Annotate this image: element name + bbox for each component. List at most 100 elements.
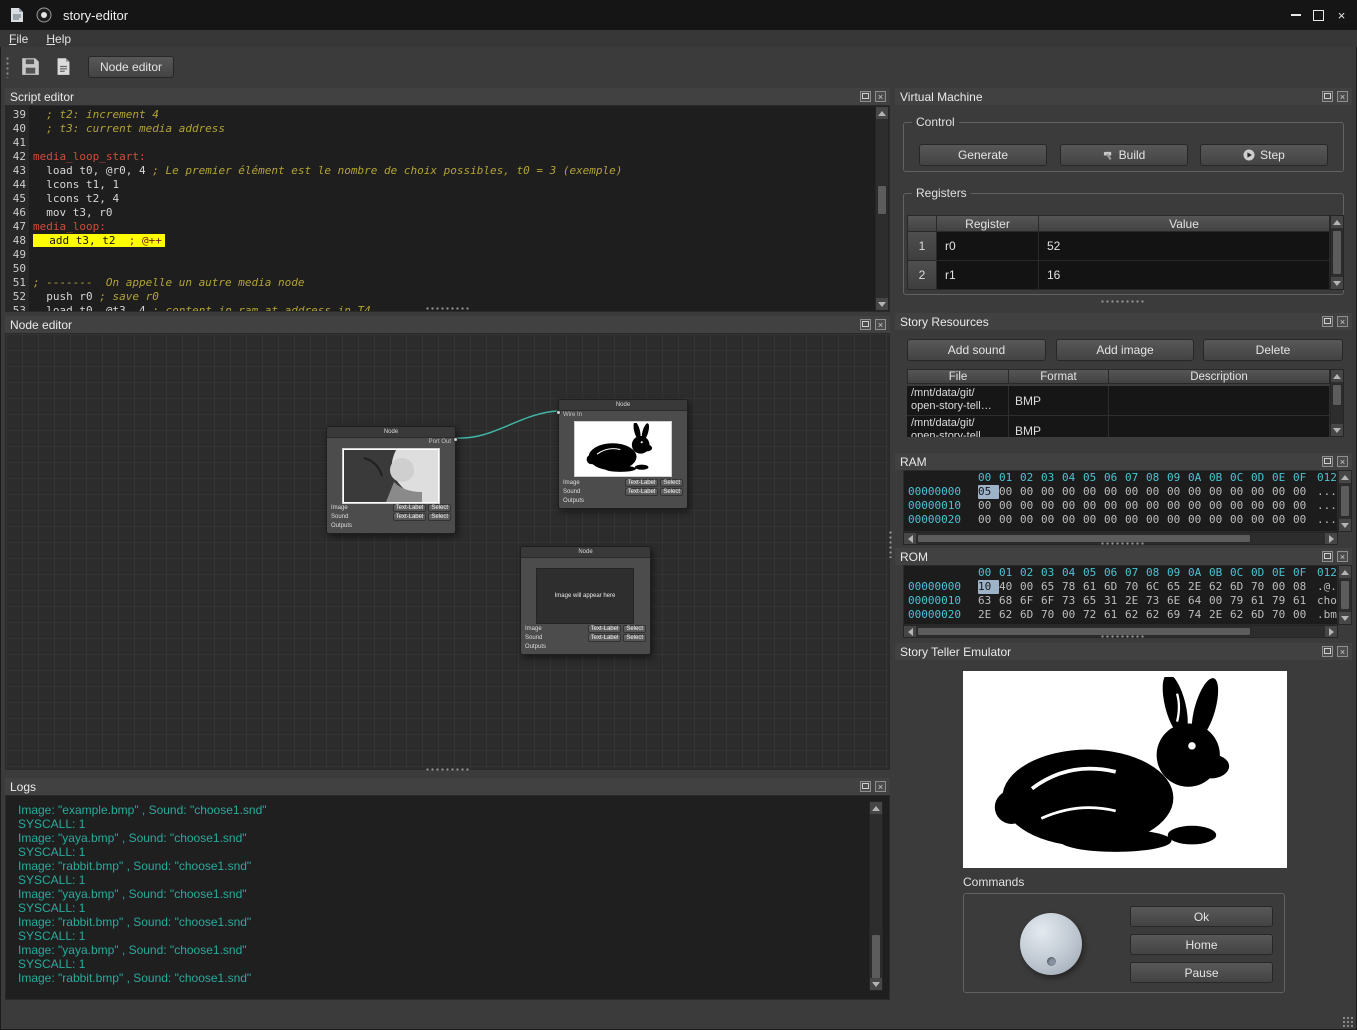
hex-byte[interactable]: 64 — [1188, 594, 1209, 608]
hex-byte[interactable]: 00 — [1209, 485, 1230, 499]
hex-byte[interactable]: 62 — [999, 608, 1020, 622]
build-button[interactable]: Build — [1060, 144, 1188, 166]
maximize-icon[interactable] — [1307, 4, 1330, 26]
hex-byte[interactable]: 00 — [1209, 594, 1230, 608]
hex-byte[interactable]: 63 — [978, 594, 999, 608]
scroll-down-button[interactable] — [1331, 277, 1343, 289]
hex-byte[interactable]: 00 — [1293, 513, 1314, 527]
input-port[interactable] — [556, 410, 561, 415]
node-editor-title-bar[interactable]: Node editor × — [5, 316, 890, 333]
text-label-button[interactable]: Text-Label — [393, 513, 427, 521]
hex-byte[interactable]: 00 — [1146, 513, 1167, 527]
select-button[interactable]: Select — [660, 479, 683, 487]
minimize-icon[interactable] — [1284, 4, 1307, 26]
hex-byte[interactable]: 00 — [1041, 485, 1062, 499]
hex-byte[interactable]: 61 — [1293, 594, 1314, 608]
scroll-right-button[interactable] — [1325, 626, 1337, 637]
code-editor[interactable]: 394041424344454647484950515253 ; t2: inc… — [5, 105, 890, 312]
rom-title-bar[interactable]: ROM × — [895, 548, 1352, 565]
resources-title-bar[interactable]: Story Resources × — [895, 313, 1352, 330]
hex-byte[interactable]: 00 — [1041, 513, 1062, 527]
hex-byte[interactable]: 31 — [1104, 594, 1125, 608]
scroll-thumb[interactable] — [1332, 230, 1342, 275]
scroll-down-button[interactable] — [1339, 612, 1351, 624]
hex-byte[interactable]: 6D — [1020, 608, 1041, 622]
scroll-up-button[interactable] — [876, 107, 888, 119]
toolbar-drag-handle[interactable] — [5, 56, 10, 78]
scroll-down-button[interactable] — [1331, 424, 1343, 436]
float-panel-icon[interactable] — [1322, 551, 1333, 562]
text-label-button[interactable]: Text-Label — [588, 634, 622, 642]
hex-byte[interactable]: 2E — [1125, 594, 1146, 608]
scroll-thumb[interactable] — [1340, 580, 1350, 610]
export-binary-button[interactable] — [50, 54, 76, 80]
node-editor-toggle-button[interactable]: Node editor — [88, 56, 174, 78]
hex-byte[interactable]: 73 — [1146, 594, 1167, 608]
hex-byte[interactable]: 00 — [1230, 499, 1251, 513]
hex-byte[interactable]: 6F — [1041, 594, 1062, 608]
home-button[interactable]: Home — [1130, 934, 1273, 955]
hex-byte[interactable]: 61 — [1083, 580, 1104, 594]
scroll-left-button[interactable] — [904, 626, 916, 637]
hex-byte[interactable]: 00 — [1251, 485, 1272, 499]
hex-byte[interactable]: 00 — [1167, 485, 1188, 499]
splitter-handle[interactable] — [1099, 633, 1145, 639]
hex-byte[interactable]: 6D — [1230, 580, 1251, 594]
hex-byte[interactable]: 00 — [1146, 499, 1167, 513]
scrollbar[interactable] — [869, 801, 883, 991]
code-area[interactable]: ; t2: increment 4 ; t3: current media ad… — [29, 106, 875, 311]
add-image-button[interactable]: Add image — [1056, 339, 1194, 361]
scrollbar[interactable] — [875, 106, 889, 311]
ok-button[interactable]: Ok — [1130, 906, 1273, 927]
close-panel-icon[interactable]: × — [1337, 91, 1348, 102]
hex-byte[interactable]: 00 — [1251, 499, 1272, 513]
hex-byte[interactable]: 65 — [1167, 580, 1188, 594]
hex-byte[interactable]: 00 — [1062, 608, 1083, 622]
title-bar[interactable]: story-editor × — [0, 0, 1357, 30]
float-panel-icon[interactable] — [860, 319, 871, 330]
hex-byte[interactable]: 00 — [1188, 513, 1209, 527]
hex-byte[interactable]: 00 — [1272, 513, 1293, 527]
column-header-format[interactable]: Format — [1009, 369, 1109, 384]
scroll-thumb[interactable] — [1332, 384, 1342, 406]
text-label-button[interactable]: Text-Label — [588, 625, 622, 633]
script-editor-title-bar[interactable]: Script editor × — [5, 88, 890, 105]
generate-button[interactable]: Generate — [919, 144, 1047, 166]
step-button[interactable]: Step — [1200, 144, 1328, 166]
select-button[interactable]: Select — [623, 625, 646, 633]
hex-byte[interactable]: 00 — [1062, 499, 1083, 513]
scroll-up-button[interactable] — [1339, 471, 1351, 483]
hex-byte[interactable]: 6C — [1146, 580, 1167, 594]
hex-byte[interactable]: 70 — [1272, 608, 1293, 622]
hex-byte[interactable]: 61 — [1251, 594, 1272, 608]
hex-byte[interactable]: 2E — [978, 608, 999, 622]
hex-byte[interactable]: 00 — [1272, 499, 1293, 513]
column-header-value[interactable]: Value — [1039, 215, 1330, 232]
hex-byte[interactable]: 00 — [1020, 485, 1041, 499]
hex-byte[interactable]: 08 — [1293, 580, 1314, 594]
float-panel-icon[interactable] — [1322, 316, 1333, 327]
jog-knob[interactable] — [1020, 913, 1082, 975]
hex-byte[interactable]: 78 — [1062, 580, 1083, 594]
hex-byte[interactable]: 00 — [1125, 485, 1146, 499]
scroll-down-button[interactable] — [1339, 519, 1351, 531]
window-resize-grip[interactable] — [1342, 1016, 1353, 1027]
node-title[interactable]: Node — [327, 427, 455, 438]
hex-byte[interactable]: 70 — [1125, 580, 1146, 594]
hex-byte[interactable]: 00 — [1209, 513, 1230, 527]
splitter-handle[interactable] — [424, 766, 470, 772]
scroll-thumb[interactable] — [917, 534, 1251, 543]
hex-byte[interactable]: 00 — [999, 485, 1020, 499]
hex-byte[interactable]: 00 — [1272, 580, 1293, 594]
scroll-up-button[interactable] — [1331, 370, 1343, 382]
hex-byte[interactable]: 00 — [1083, 485, 1104, 499]
column-header-register[interactable]: Register — [937, 215, 1039, 232]
hex-byte[interactable]: 10 — [978, 580, 999, 594]
hex-byte[interactable]: 00 — [999, 513, 1020, 527]
hex-byte[interactable]: 62 — [1146, 608, 1167, 622]
close-panel-icon[interactable]: × — [1337, 316, 1348, 327]
hex-byte[interactable]: 00 — [1293, 485, 1314, 499]
hex-byte[interactable]: 70 — [1041, 608, 1062, 622]
text-label-button[interactable]: Text-Label — [625, 479, 659, 487]
text-label-button[interactable]: Text-Label — [393, 504, 427, 512]
